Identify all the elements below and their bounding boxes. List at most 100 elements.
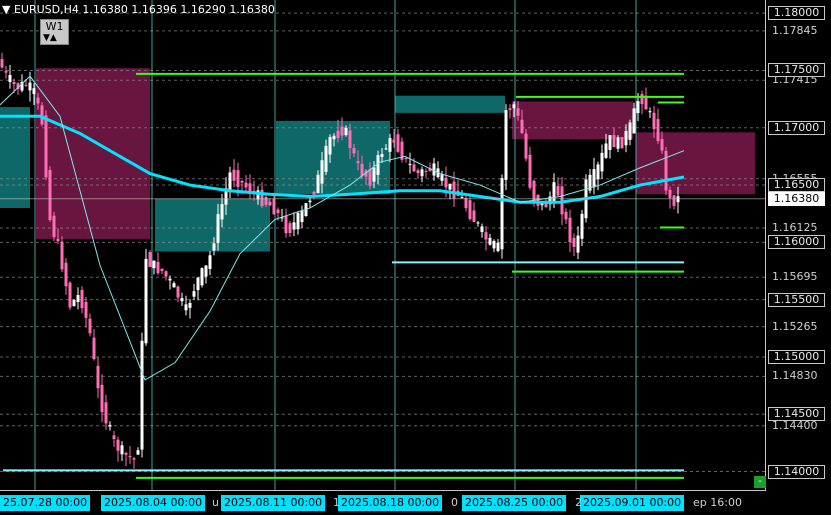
candle-bull [212,243,216,251]
price-axis-label: 1.17845 [772,23,818,37]
candle-bear [668,189,672,198]
timeframe-button[interactable]: W1 ▼▲ [40,19,69,45]
candle-bull [120,445,124,455]
candle-bull [440,174,444,181]
candle-bull [476,222,480,224]
candle-bull [448,183,452,190]
price-level-tag: 1.16500 [768,178,825,193]
candle-bull [28,82,32,91]
candle-bull [492,240,496,249]
price-level-tag: 1.16000 [768,235,825,250]
candle-bull [552,182,556,204]
price-axis-label: 1.15265 [772,319,818,333]
date-fragment: 1 [333,496,340,509]
candle-bear [24,84,28,86]
candle-bull [604,143,608,158]
price-level-tag: 1.14000 [768,464,825,479]
current-price-tag: 1.16380 [768,191,825,206]
scale-fix-button[interactable]: - [754,476,766,488]
candle-bear [244,182,248,188]
candle-bear [356,161,360,164]
candle-bull [72,300,76,307]
candle-bear [112,435,116,439]
candle-bull [328,137,332,155]
candle-bull [628,122,632,140]
candle-bear [612,135,616,148]
candle-bull [576,235,580,253]
candle-bear [672,195,676,206]
candle-bear [264,196,268,205]
candle-bull [648,111,652,113]
candle-bull [384,148,388,150]
candle-bear [348,130,352,149]
price-level-tag: 1.15000 [768,349,825,364]
candle-bear [352,148,356,154]
candle-bear [84,302,88,318]
chart-menu-icon[interactable]: ▼ [2,3,10,16]
price-level-tag: 1.18000 [768,6,825,21]
candle-bear [568,217,572,243]
candle-bull [592,169,596,188]
candle-bear [336,130,340,138]
candle-bear [176,286,180,298]
date-tag: 2025.08.18 00:00 [338,495,443,511]
candle-bull [8,74,12,82]
candle-bull [500,178,504,250]
supply-zone [36,68,150,239]
date-tag: 2025.09.01 00:00 [580,495,685,511]
candle-bear [416,170,420,174]
candle-bear [412,164,416,172]
candle-bull [136,450,140,455]
date-fragment: u [212,496,219,509]
candle-bull [76,295,80,303]
triangle-up-icon[interactable]: ▲ [50,33,57,43]
candle-bear [236,170,240,187]
price-axis-label: 1.14400 [772,418,818,432]
candle-bear [392,139,396,143]
triangle-down-icon[interactable]: ▼ [43,33,50,43]
candle-bear [340,126,344,136]
price-chart[interactable] [0,0,831,515]
candle-bear [472,210,476,222]
candle-bear [528,154,532,188]
candle-bull [504,110,508,180]
candle-bull [300,210,304,223]
candle-bull [184,304,188,311]
date-tag: 25.07.28 00:00 [0,495,91,511]
date-fragment: ep 16:00 [693,496,742,509]
candle-bull [608,135,612,150]
candle-bear [128,456,132,458]
candle-bull [140,340,144,450]
candle-bull [308,200,312,203]
candle-bear [396,134,400,152]
candle-bull [432,163,436,176]
candle-bull [332,135,336,140]
candle-bear [4,71,8,73]
candle-bear [404,158,408,160]
candle-bear [52,215,56,237]
price-axis-label: 1.16125 [772,221,818,235]
candle-bear [564,211,568,220]
candle-bear [160,268,164,271]
date-fragment: 0 [451,496,458,509]
candle-bull [108,424,112,427]
candle-bull [32,88,36,95]
symbol-title: EURUSD,H4 [13,3,79,16]
candle-bear [12,81,16,85]
candle-bear [156,261,160,274]
candle-bear [96,365,100,389]
candle-bear [516,108,520,116]
candle-bear [660,139,664,151]
candle-bear [232,169,236,181]
ohlc-values: 1.16380 1.16396 1.16290 1.16380 [82,3,275,16]
candle-bull [388,138,392,152]
candle-bull [296,212,300,230]
candle-bull [200,268,204,286]
candle-bull [168,278,172,281]
candle-bear [100,384,104,413]
candle-bear [56,238,60,242]
candle-bull [192,291,196,297]
candle-bear [148,252,152,267]
candle-bull [496,242,500,252]
candle-bull [344,127,348,136]
